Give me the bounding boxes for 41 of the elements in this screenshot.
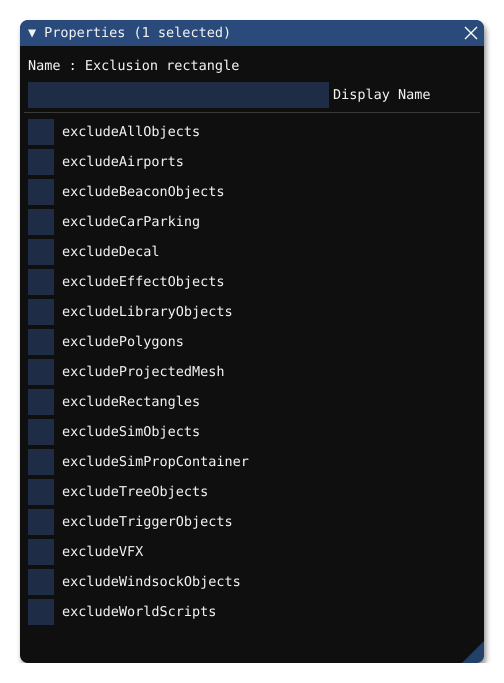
collapse-arrow[interactable]: ▼ — [28, 22, 36, 44]
checkbox-label: excludeTriggerObjects — [62, 512, 233, 532]
checkbox[interactable] — [28, 329, 54, 355]
field-label: Display Name — [333, 86, 431, 105]
checkbox-label: excludeWindsockObjects — [62, 572, 241, 592]
checkbox-label: excludePolygons — [62, 332, 184, 352]
resize-grip[interactable] — [462, 641, 484, 663]
checkbox-label: excludeRectangles — [62, 392, 200, 412]
checkbox-label: excludeAirports — [62, 152, 184, 172]
checkbox-label: excludeAllObjects — [62, 122, 200, 142]
checkbox[interactable] — [28, 389, 54, 415]
display-name-field[interactable] — [28, 82, 329, 108]
checkbox[interactable] — [28, 359, 54, 385]
checkbox-label: excludeLibraryObjects — [62, 302, 233, 322]
checkbox[interactable] — [28, 479, 54, 505]
checkbox[interactable] — [28, 509, 54, 535]
checkbox[interactable] — [28, 179, 54, 205]
checkbox[interactable] — [28, 149, 54, 175]
close-icon[interactable] — [464, 26, 478, 40]
checkbox-label: excludeEffectObjects — [62, 272, 225, 292]
checkbox[interactable] — [28, 599, 54, 625]
checkbox-label: excludeVFX — [62, 542, 144, 562]
checkbox-label: excludeBeaconObjects — [62, 182, 225, 202]
checkbox-label: excludeTreeObjects — [62, 482, 208, 502]
checkbox[interactable] — [28, 119, 54, 145]
checkbox[interactable] — [28, 569, 54, 595]
checkbox[interactable] — [28, 449, 54, 475]
checkbox[interactable] — [28, 239, 54, 265]
checkbox[interactable] — [28, 419, 54, 445]
checkbox-label: excludeSimObjects — [62, 422, 200, 442]
checkbox[interactable] — [28, 269, 54, 295]
object-name: Name : Exclusion rectangle — [28, 57, 240, 76]
checkbox[interactable] — [28, 539, 54, 565]
checkbox[interactable] — [28, 209, 54, 235]
checkbox-label: excludeSimPropContainer — [62, 452, 249, 472]
window-title: Properties (1 selected) — [44, 24, 232, 43]
checkbox-label: excludeWorldScripts — [62, 602, 216, 622]
checkbox-label: excludeCarParking — [62, 212, 200, 232]
checkbox-label: excludeDecal — [62, 242, 160, 262]
checkbox-label: excludeProjectedMesh — [62, 362, 225, 382]
checkbox[interactable] — [28, 299, 54, 325]
